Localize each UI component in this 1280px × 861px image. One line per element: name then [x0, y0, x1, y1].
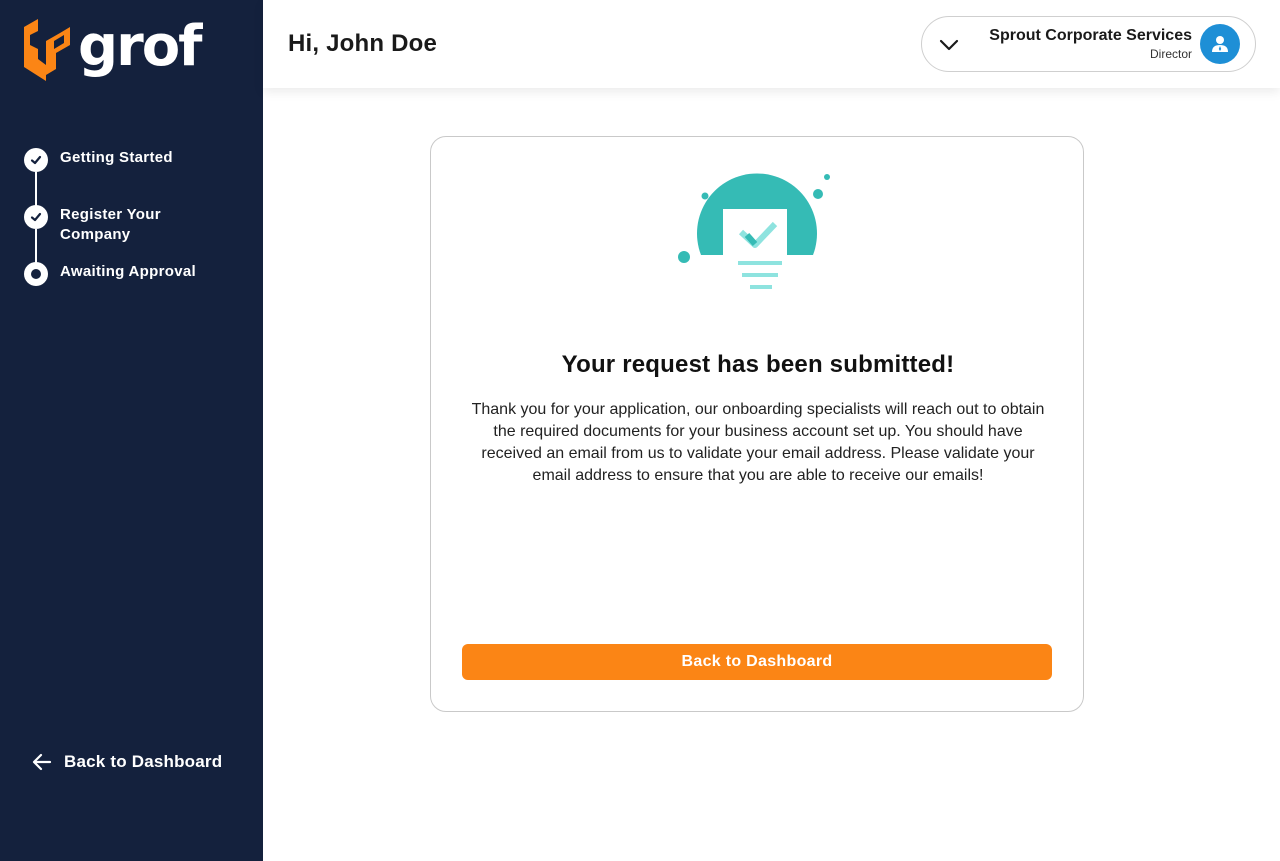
card-title: Your request has been submitted!	[561, 351, 955, 378]
top-header: Hi, John Doe Sprout Corporate Services D…	[263, 0, 1280, 88]
sidebar-back-to-dashboard[interactable]: Back to Dashboard	[32, 752, 222, 772]
brand-name: grof	[78, 14, 203, 79]
app: grof Getting Started Register Your Compa…	[0, 0, 1280, 861]
step-connector	[35, 172, 37, 206]
current-step-icon	[24, 262, 48, 286]
step-label: Awaiting Approval	[60, 263, 196, 280]
user-avatar-icon	[1200, 24, 1240, 64]
check-icon	[24, 205, 48, 229]
step-getting-started[interactable]: Getting Started	[24, 148, 220, 172]
back-to-dashboard-button[interactable]: Back to Dashboard	[462, 644, 1052, 680]
grof-logo-icon	[24, 19, 70, 81]
sidebar: grof Getting Started Register Your Compa…	[0, 0, 263, 861]
step-label: Register Your Company	[60, 206, 161, 243]
card-body: Thank you for your application, our onbo…	[471, 401, 1045, 484]
chevron-down-icon	[939, 39, 959, 51]
check-icon	[24, 148, 48, 172]
sidebar-back-label: Back to Dashboard	[64, 752, 223, 771]
submitted-document-icon	[678, 173, 830, 297]
account-role: Director	[1149, 47, 1192, 61]
greeting: Hi, John Doe	[288, 30, 438, 57]
step-awaiting-approval[interactable]: Awaiting Approval	[24, 262, 220, 286]
step-register-company[interactable]: Register Your Company	[24, 205, 220, 245]
submission-card: Your request has been submitted! Thank y…	[430, 136, 1084, 712]
step-label: Getting Started	[60, 149, 173, 166]
account-info: Sprout Corporate Services Director	[989, 27, 1192, 61]
account-name: Sprout Corporate Services	[989, 27, 1192, 44]
logo[interactable]: grof	[24, 14, 203, 82]
account-switcher[interactable]: Sprout Corporate Services Director	[921, 16, 1256, 72]
arrow-left-icon	[32, 753, 52, 771]
